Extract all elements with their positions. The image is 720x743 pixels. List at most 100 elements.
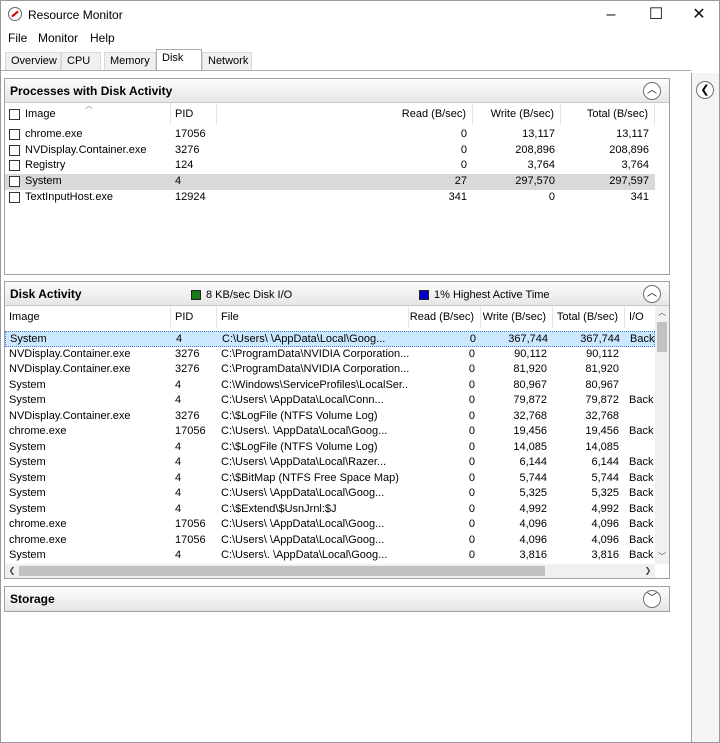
menu-file[interactable]: File: [8, 31, 27, 45]
cell-total: 297,597: [609, 175, 649, 188]
tab-disk[interactable]: Disk: [156, 49, 202, 71]
disk-activity-row[interactable]: System 4 C:\Users\ \AppData\Local\Goog... 0…: [5, 486, 655, 502]
cell-image: System: [10, 333, 47, 345]
processes-column-header: ︿ Image PID Read (B/sec) Write (B/sec) T…: [5, 101, 669, 125]
cell-pid: 4: [175, 471, 182, 484]
cell-total: 4,096: [591, 518, 619, 530]
menu-bar: File Monitor Help: [1, 29, 719, 47]
cell-io-priority: [625, 409, 655, 425]
cell-total: 81,920: [585, 363, 619, 375]
cell-file: C:\$LogFile (NTFS Volume Log): [221, 409, 378, 422]
cell-write: 3,764: [527, 159, 555, 172]
vertical-scroll-thumb[interactable]: [657, 322, 667, 352]
disk-activity-row[interactable]: System 4 C:\Users\. \AppData\Local\Goog...…: [5, 548, 655, 564]
disk-activity-row[interactable]: NVDisplay.Container.exe 3276 C:\$LogFile (…: [5, 409, 655, 425]
disk-activity-row[interactable]: chrome.exe 17056 C:\Users\. \AppData\Local…: [5, 424, 655, 440]
col-image[interactable]: Image: [21, 103, 171, 125]
scroll-down-icon[interactable]: ﹀: [655, 550, 669, 564]
disk-activity-row[interactable]: chrome.exe 17056 C:\Users\ \AppData\Local\…: [5, 533, 655, 549]
disk-activity-row[interactable]: System 4 C:\Users\ \AppData\Local\Conn... 0…: [5, 393, 655, 409]
minimize-button[interactable]: –: [589, 1, 633, 29]
process-checkbox[interactable]: [9, 160, 20, 172]
process-row[interactable]: System 4 27 297,570 297,597: [5, 174, 655, 190]
cell-file: C:\Users\. \AppData\Local\Goog...: [221, 425, 388, 437]
tab-cpu[interactable]: CPU: [61, 52, 101, 70]
cell-write: 0: [548, 190, 555, 203]
scroll-right-icon[interactable]: ❯: [641, 564, 655, 578]
tab-memory[interactable]: Memory: [104, 52, 156, 70]
tab-overview[interactable]: Overview: [5, 52, 61, 70]
cell-write: 4,096: [519, 533, 547, 546]
horizontal-scroll-thumb[interactable]: [19, 566, 545, 576]
collapse-disk-activity-button[interactable]: ︿: [643, 285, 661, 303]
col-read[interactable]: Read (B/sec): [409, 306, 481, 328]
cell-image: System: [9, 487, 46, 499]
maximize-button[interactable]: ☐: [634, 1, 678, 29]
processes-panel-header[interactable]: Processes with Disk Activity ︿: [5, 79, 669, 103]
cell-total: 5,744: [591, 471, 619, 484]
cell-io-priority: [625, 347, 655, 363]
disk-activity-horizontal-scrollbar[interactable]: ❮ ❯: [5, 564, 655, 578]
expand-graphs-button[interactable]: ❮: [696, 81, 714, 99]
cell-pid: 17056: [175, 533, 206, 546]
disk-activity-row[interactable]: System 4 C:\Users\ \AppData\Local\Goog... 0…: [5, 331, 655, 347]
disk-activity-vertical-scrollbar[interactable]: ︿ ﹀: [655, 306, 669, 564]
cell-read: 0: [468, 409, 475, 422]
col-write[interactable]: Write (B/sec): [473, 103, 561, 125]
cell-write: 5,325: [519, 487, 547, 499]
col-pid[interactable]: PID: [171, 103, 217, 125]
cell-read: 0: [468, 347, 475, 360]
disk-activity-row[interactable]: System 4 C:\$LogFile (NTFS Volume Log) 0 14,…: [5, 440, 655, 456]
process-row[interactable]: Registry 124 0 3,764 3,764: [5, 158, 655, 174]
disk-activity-row[interactable]: System 4 C:\$BitMap (NTFS Free Space Map) 0…: [5, 471, 655, 487]
tab-strip: Overview CPU Memory Disk Network: [1, 47, 719, 71]
cell-total: 367,744: [580, 333, 620, 345]
disk-activity-panel-header[interactable]: Disk Activity 8 KB/sec Disk I/O 1% Highe…: [5, 282, 669, 306]
process-checkbox[interactable]: [9, 191, 20, 203]
cell-image: System: [9, 456, 46, 468]
disk-activity-row[interactable]: NVDisplay.Container.exe 3276 C:\ProgramDat…: [5, 362, 655, 378]
cell-read: 0: [468, 363, 475, 375]
cell-image: NVDisplay.Container.exe: [9, 347, 131, 360]
col-io-priority[interactable]: I/O: [625, 306, 655, 328]
close-button[interactable]: ✕: [677, 1, 720, 29]
menu-monitor[interactable]: Monitor: [38, 31, 78, 45]
tab-network[interactable]: Network: [202, 52, 252, 70]
process-checkbox[interactable]: [9, 144, 20, 156]
expand-storage-button[interactable]: ﹀: [643, 590, 661, 608]
col-pid[interactable]: PID: [171, 306, 217, 328]
process-checkbox[interactable]: [9, 176, 20, 188]
cell-file: C:\Users\ \AppData\Local\Goog...: [222, 333, 386, 345]
cell-total: 13,117: [616, 128, 649, 140]
active-time-legend-swatch: [419, 290, 429, 300]
collapse-processes-button[interactable]: ︿: [643, 82, 661, 100]
col-total[interactable]: Total (B/sec): [561, 103, 655, 125]
disk-activity-row[interactable]: System 4 C:\Users\ \AppData\Local\Razer...…: [5, 455, 655, 471]
scroll-up-icon[interactable]: ︿: [655, 306, 669, 320]
disk-activity-row[interactable]: chrome.exe 17056 C:\Users\ \AppData\Local\…: [5, 517, 655, 533]
cell-total: 208,896: [609, 143, 649, 156]
process-row[interactable]: TextInputHost.exe 12924 341 0 341: [5, 190, 655, 206]
menu-help[interactable]: Help: [90, 31, 115, 45]
cell-image: NVDisplay.Container.exe: [9, 363, 131, 375]
process-row[interactable]: chrome.exe 17056 0 13,117 13,117: [5, 127, 655, 143]
disk-io-legend-swatch: [191, 290, 201, 300]
disk-activity-row[interactable]: System 4 C:\$Extend\$UsnJrnl:$J 0 4,992 4,992…: [5, 502, 655, 518]
col-image[interactable]: Image: [5, 306, 171, 328]
cell-pid: 4: [175, 549, 182, 561]
cell-read: 0: [468, 471, 475, 484]
storage-panel-header[interactable]: Storage ﹀: [5, 587, 669, 611]
col-write[interactable]: Write (B/sec): [481, 306, 553, 328]
col-total[interactable]: Total (B/sec): [553, 306, 625, 328]
select-all-checkbox[interactable]: [9, 109, 20, 120]
col-file[interactable]: File: [217, 306, 409, 328]
process-checkbox[interactable]: [9, 129, 20, 140]
cell-pid: 4: [175, 456, 182, 468]
scroll-left-icon[interactable]: ❮: [5, 564, 19, 578]
cell-write: 4,992: [519, 502, 547, 515]
cell-io-priority: Back: [629, 487, 654, 499]
process-row[interactable]: NVDisplay.Container.exe 3276 0 208,896 208,8…: [5, 143, 655, 159]
disk-activity-row[interactable]: System 4 C:\Windows\ServiceProfiles\LocalS…: [5, 378, 655, 394]
col-read[interactable]: Read (B/sec): [217, 103, 473, 125]
disk-activity-row[interactable]: NVDisplay.Container.exe 3276 C:\ProgramDat…: [5, 347, 655, 363]
